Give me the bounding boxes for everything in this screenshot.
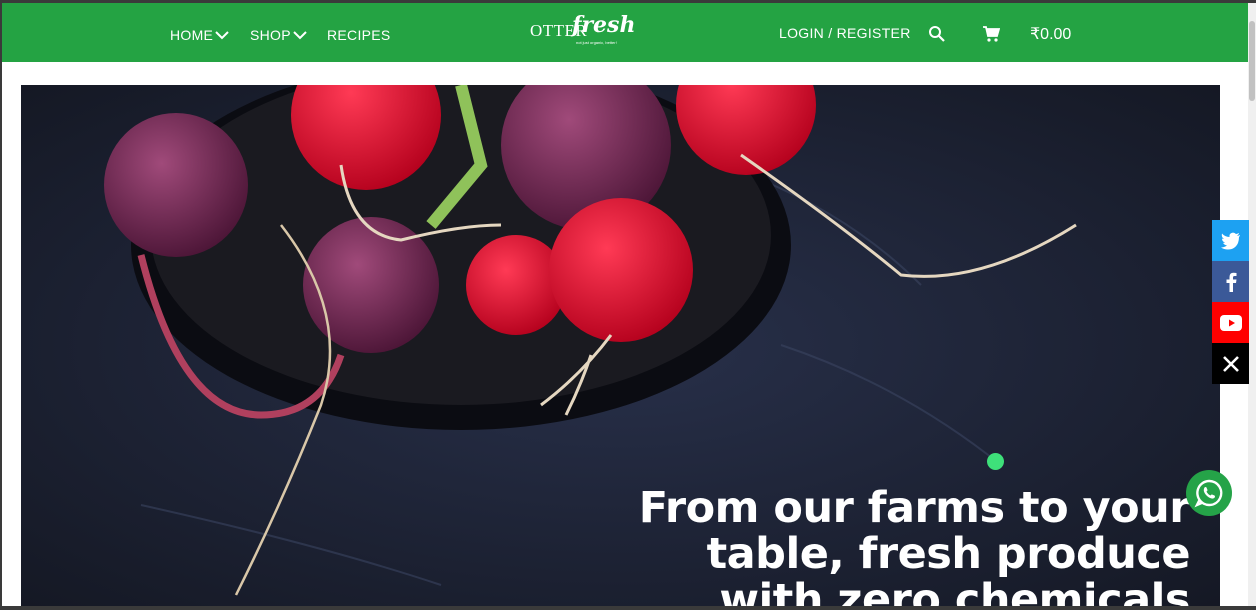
window-frame-left [0, 0, 2, 610]
chevron-down-icon [215, 31, 229, 40]
x-button[interactable] [1212, 343, 1249, 384]
whatsapp-icon [1194, 479, 1223, 508]
scrollbar-thumb[interactable] [1249, 21, 1255, 101]
page-scrollbar[interactable] [1248, 3, 1256, 606]
nav-recipes-label: RECIPES [327, 27, 391, 43]
cart-total[interactable]: ₹0.00 [1030, 24, 1071, 44]
x-icon [1222, 355, 1239, 372]
login-register-link[interactable]: LOGIN / REGISTER [779, 25, 911, 41]
chevron-down-icon [293, 31, 307, 40]
youtube-icon [1219, 314, 1242, 331]
facebook-icon [1226, 272, 1236, 292]
window-frame-bottom [0, 606, 1256, 610]
nav-shop-label: SHOP [250, 27, 291, 43]
whatsapp-button[interactable] [1186, 470, 1232, 516]
nav-home-label: HOME [170, 27, 214, 43]
logo-fresh-text: fresh [572, 12, 636, 38]
slider-dot[interactable] [987, 453, 1004, 470]
nav-recipes[interactable]: RECIPES [327, 27, 391, 43]
facebook-button[interactable] [1212, 261, 1249, 302]
cart-icon[interactable] [982, 25, 1000, 43]
search-icon[interactable] [928, 25, 946, 43]
twitter-icon [1220, 232, 1240, 249]
hero-banner: From our farms to your table, fresh prod… [21, 85, 1220, 606]
nav-home[interactable]: HOME [170, 27, 229, 43]
twitter-button[interactable] [1212, 220, 1249, 261]
logo-tagline: not just organic, better! [576, 40, 617, 45]
nav-shop[interactable]: SHOP [250, 27, 307, 43]
hero-headline: From our farms to your table, fresh prod… [638, 483, 1191, 606]
site-header: HOME SHOP RECIPES OTTER fresh not just o… [2, 3, 1248, 62]
youtube-button[interactable] [1212, 302, 1249, 343]
